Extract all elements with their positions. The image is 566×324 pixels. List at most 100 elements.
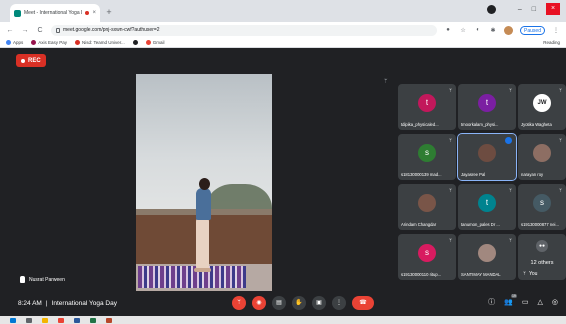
- apps-icon: [6, 40, 11, 45]
- mic-toggle-button[interactable]: ᛘ: [232, 296, 246, 310]
- participant-name: tdipika_physicaled...: [401, 122, 439, 127]
- chrome-icon[interactable]: [58, 317, 64, 323]
- participant-tile[interactable]: ᛘ s s18130000139 mad...: [398, 134, 456, 180]
- bookmarks-bar: Apps Axis Easy Pay Nisd: Teamd Univer...…: [0, 38, 566, 48]
- activities-icon[interactable]: △: [538, 298, 543, 306]
- reading-list-button[interactable]: Reading: [543, 40, 560, 45]
- minimize-button[interactable]: –: [518, 6, 522, 13]
- paused-sync-button[interactable]: Paused: [520, 25, 545, 35]
- participant-name: narayan roy: [521, 172, 544, 177]
- separator: |: [45, 300, 48, 307]
- participant-grid: ᛘ t tdipika_physicaled... ᛘ t tmoorkalam…: [398, 84, 566, 284]
- self-mic-icon: ᛘ: [523, 271, 527, 277]
- bookmark-github[interactable]: [132, 40, 138, 45]
- participant-tile[interactable]: ᛘ t tmoorkalam_physi...: [458, 84, 516, 130]
- others-tile[interactable]: ●● 12 others ᛘ You: [518, 234, 566, 280]
- more-options-button[interactable]: ⋮: [332, 296, 346, 310]
- participant-avatar: s: [418, 144, 436, 162]
- people-count-badge: 19: [510, 294, 517, 298]
- participant-name: tmoorkalam_physi...: [461, 122, 499, 127]
- window-controls: – □ ×: [518, 3, 560, 15]
- participant-name: Jayasree Pal: [461, 172, 486, 177]
- main-speaker-video[interactable]: [136, 74, 272, 291]
- mic-off-icon: ᛘ: [558, 138, 562, 144]
- leave-call-button[interactable]: ☎: [352, 296, 374, 310]
- profile-avatar[interactable]: [504, 25, 514, 35]
- participant-tile[interactable]: ᛘ t tdipika_physicaled...: [398, 84, 456, 130]
- forward-button[interactable]: →: [21, 27, 29, 34]
- microphone-icon: [20, 276, 25, 283]
- participant-photo: [533, 144, 551, 162]
- excel-icon[interactable]: [90, 317, 96, 323]
- self-view-label: ᛘ You: [523, 271, 537, 277]
- mic-off-icon: ᛘ: [508, 238, 512, 244]
- address-bar[interactable]: meet.google.com/pnj-sxwn-cwf?authuser=2: [51, 24, 438, 36]
- word-icon[interactable]: [74, 317, 80, 323]
- pin-icon[interactable]: ᛘ: [384, 79, 388, 85]
- raise-hand-button[interactable]: ✋: [292, 296, 306, 310]
- mic-off-icon: ᛘ: [508, 88, 512, 94]
- you-text: You: [529, 271, 538, 277]
- rec-label: REC: [28, 57, 41, 64]
- meet-favicon-icon: [14, 9, 21, 17]
- participant-name: tanumon_pales Dr ...: [461, 222, 500, 227]
- puzzle-icon[interactable]: ✱: [489, 27, 497, 34]
- participant-name: s19130000877 nei...: [521, 222, 559, 227]
- browser-tab-bar: Meet - International Yoga D × + – □ ×: [0, 0, 566, 22]
- lock-icon: [56, 27, 60, 33]
- new-tab-button[interactable]: +: [103, 6, 115, 18]
- chat-icon[interactable]: ▭: [522, 298, 529, 306]
- person-legs: [196, 218, 209, 270]
- profile-icon[interactable]: [487, 5, 496, 14]
- powerpoint-icon[interactable]: [106, 317, 112, 323]
- participant-tile[interactable]: ᛘ JW Jyotika Wagheta: [518, 84, 566, 130]
- others-avatars-icon: ●●: [536, 240, 548, 252]
- back-button[interactable]: ←: [6, 27, 14, 34]
- bookmark-label: Axis Easy Pay: [38, 40, 68, 45]
- present-button[interactable]: ▣: [312, 296, 326, 310]
- participant-photo: [478, 244, 496, 262]
- side-panel-controls: ⓘ 👥 19 ▭ △ ◎: [488, 294, 558, 307]
- extension-icon[interactable]: ◐: [474, 27, 482, 33]
- call-controls: ᛘ ◉ ▤ ✋ ▣ ⋮ ☎: [232, 296, 374, 310]
- people-icon[interactable]: 👥 19: [504, 294, 517, 306]
- tab-close-icon[interactable]: ×: [92, 10, 96, 16]
- start-icon[interactable]: [10, 317, 16, 323]
- participant-tile[interactable]: ᛘ t tanumon_pales Dr ...: [458, 184, 516, 230]
- browser-tab[interactable]: Meet - International Yoga D ×: [10, 4, 100, 22]
- reload-button[interactable]: C: [36, 27, 44, 34]
- participant-tile[interactable]: ᛘ narayan roy: [518, 134, 566, 180]
- close-window-button[interactable]: ×: [546, 3, 560, 15]
- participant-photo: [418, 194, 436, 212]
- info-icon[interactable]: ⓘ: [488, 297, 495, 307]
- maximize-button[interactable]: □: [532, 6, 536, 13]
- mic-off-icon: ᛘ: [558, 188, 562, 194]
- others-count: 12 others: [530, 260, 554, 266]
- captions-button[interactable]: ▤: [272, 296, 286, 310]
- bookmark-gmail[interactable]: Gmail: [145, 40, 164, 45]
- file-explorer-icon[interactable]: [42, 317, 48, 323]
- bookmark-apps[interactable]: Apps: [6, 40, 23, 45]
- search-icon[interactable]: [26, 317, 32, 323]
- camera-toggle-button[interactable]: ◉: [252, 296, 266, 310]
- participant-avatar: s: [533, 194, 551, 212]
- reading-list-label: Reading: [543, 40, 560, 45]
- bookmark-nisd[interactable]: Nisd: Teamd Univer...: [75, 40, 125, 45]
- host-controls-icon[interactable]: ◎: [552, 298, 558, 306]
- camera-permission-icon[interactable]: ●: [444, 27, 452, 33]
- participant-tile[interactable]: ᛘ s s19130000110 ritup...: [398, 234, 456, 280]
- star-icon[interactable]: ☆: [459, 27, 467, 34]
- recording-icon: [21, 58, 25, 63]
- site-icon: [75, 40, 81, 45]
- participant-photo: [478, 144, 496, 162]
- mic-off-icon: ᛘ: [448, 88, 452, 94]
- participant-tile[interactable]: ᛘ s s19130000877 nei...: [518, 184, 566, 230]
- meeting-time: 8:24 AM: [18, 300, 42, 307]
- bookmark-axis-easy-pay[interactable]: Axis Easy Pay: [31, 40, 67, 45]
- bookmark-label: Nisd: Teamd Univer...: [82, 40, 125, 45]
- menu-icon[interactable]: ⋮: [552, 27, 560, 34]
- participant-tile[interactable]: ᛘ SANTIMAY MANDAL: [458, 234, 516, 280]
- participant-tile-speaking[interactable]: Jayasree Pal: [457, 133, 517, 181]
- participant-tile[interactable]: ᛘ Arindam Changdar: [398, 184, 456, 230]
- tab-title: Meet - International Yoga D: [24, 10, 83, 16]
